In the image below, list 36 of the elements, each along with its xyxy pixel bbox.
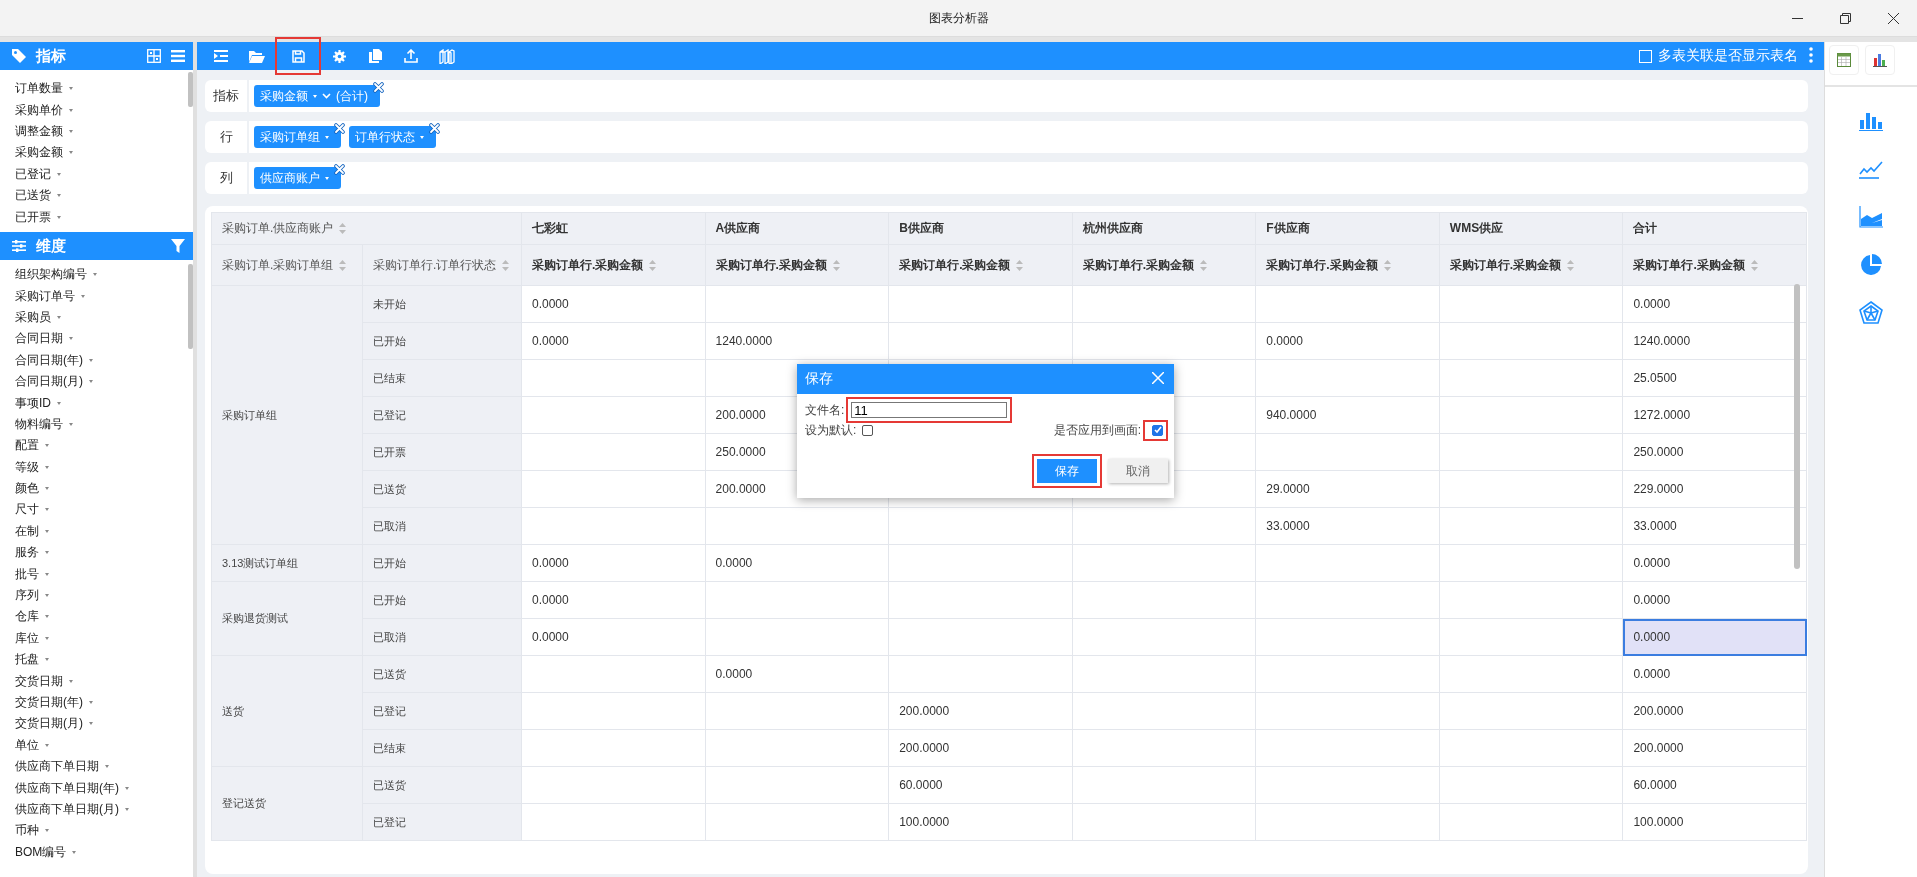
window-title: 图表分析器 xyxy=(928,9,989,27)
field-label: 文件名: xyxy=(805,401,845,419)
row-group-header: 登记送货 xyxy=(211,766,363,841)
row-header: 已开始 xyxy=(362,322,522,360)
row-header: 已结束 xyxy=(362,359,522,397)
row-header: 已送货 xyxy=(362,655,522,693)
row-group-header: 采购订单组 xyxy=(211,285,363,545)
row-header: 已送货 xyxy=(362,470,522,508)
shelf-label: 行 xyxy=(205,121,249,153)
row-header: 已开始 xyxy=(362,581,522,619)
row-header: 已结束 xyxy=(362,729,522,767)
chip-label: 供应商账户 xyxy=(260,169,320,187)
chip-label: 采购金额 xyxy=(260,87,308,105)
row-header: 已开始 xyxy=(362,544,522,582)
checkbox-label: 是否应用到画面: xyxy=(1053,421,1141,439)
row-header: 已取消 xyxy=(362,507,522,545)
row-header: 已登记 xyxy=(362,396,522,434)
chip-label: 订单行状态 xyxy=(355,128,415,146)
aggregate-label: (合计) xyxy=(336,87,368,105)
row-header: 已送货 xyxy=(362,766,522,804)
row-group-header: 3.13测试订单组 xyxy=(211,544,363,582)
row-header: 已取消 xyxy=(362,618,522,656)
dialog-title: 保存 xyxy=(805,370,834,388)
row-header: 已开票 xyxy=(362,433,522,471)
row-group-header: 采购退货测试 xyxy=(211,581,363,656)
chip-label: 采购订单组 xyxy=(260,128,320,146)
row-header: 已登记 xyxy=(362,692,522,730)
panel-title: 维度 xyxy=(36,236,67,256)
shelf-label: 列 xyxy=(205,162,249,194)
checkbox-label: 设为默认: xyxy=(805,421,857,439)
row-header: 已登记 xyxy=(362,803,522,841)
row-header: 未开始 xyxy=(362,285,522,323)
panel-title: 指标 xyxy=(36,46,67,66)
checkbox-label: 多表关联是否显示表名 xyxy=(1658,47,1798,65)
shelf-label: 指标 xyxy=(205,80,249,112)
row-group-header: 送货 xyxy=(211,655,363,767)
